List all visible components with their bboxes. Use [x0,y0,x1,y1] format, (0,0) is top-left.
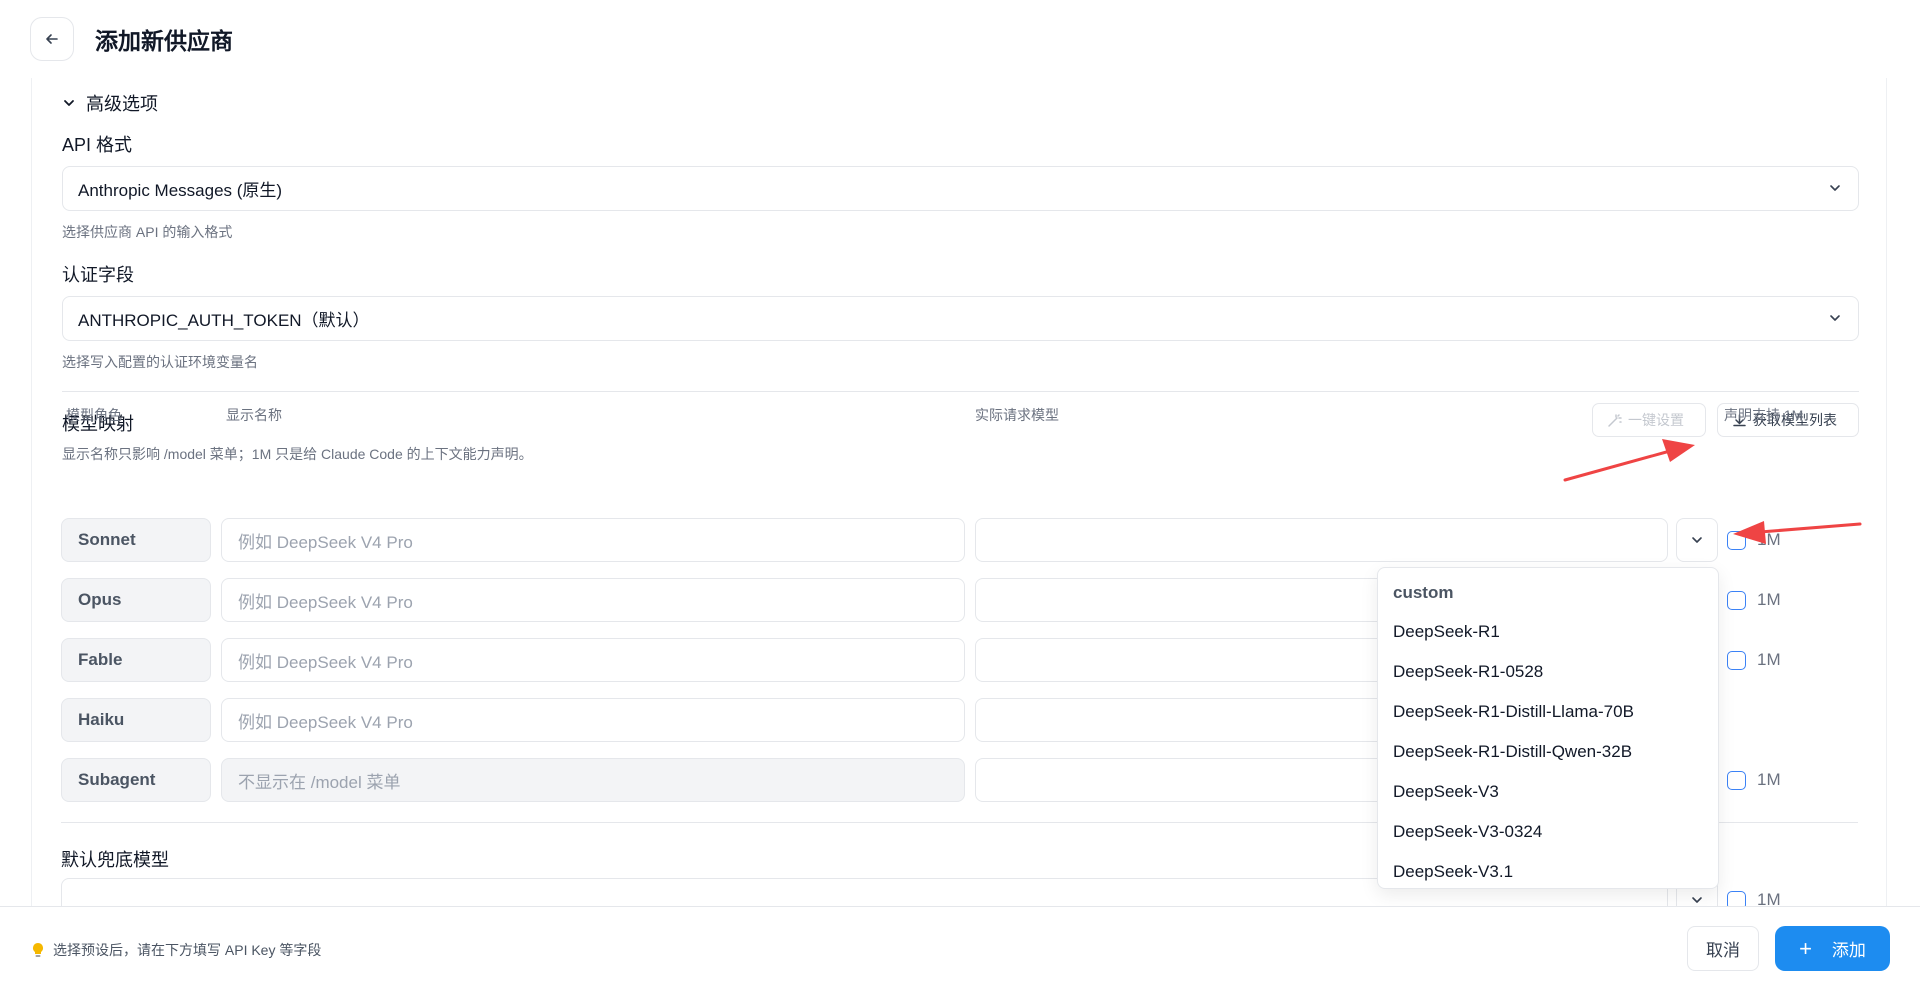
model-role-fable: Fable [61,638,211,682]
model-role-opus: Opus [61,578,211,622]
add-button[interactable]: + 添加 [1775,926,1890,971]
auth-field-label: 认证字段 [62,265,134,285]
checkbox-box [1727,650,1746,670]
model-role-subagent: Subagent [61,758,211,802]
chevron-down-icon [1692,897,1702,903]
display-name-input: 不显示在 /model 菜单 [221,758,965,802]
checkbox-box [1727,770,1746,790]
dropdown-option[interactable]: DeepSeek-V3-0324 [1378,812,1718,852]
api-format-help: 选择供应商 API 的输入格式 [62,224,233,240]
dropdown-option[interactable]: DeepSeek-R1 [1378,612,1718,652]
footer-tip-text: 选择预设后，请在下方填写 API Key 等字段 [53,942,322,958]
checkbox-label: 1M [1757,650,1781,669]
model-dropdown-menu[interactable]: custom DeepSeek-R1 DeepSeek-R1-0528 DeepSee… [1377,567,1719,889]
support-1m-checkbox[interactable]: 1M [1727,650,1781,670]
page-title: 添加新供应商 [95,28,233,54]
lightbulb-icon [33,943,43,957]
plus-icon: + [1799,935,1812,961]
checkbox-label: 1M [1757,590,1781,609]
column-header-actual: 实际请求模型 [975,407,1059,423]
fallback-model-label: 默认兜底模型 [61,850,169,870]
add-button-label: 添加 [1831,941,1866,960]
advanced-options-toggle[interactable]: 高级选项 [62,90,158,116]
display-name-input[interactable]: 例如 DeepSeek V4 Pro [221,518,965,562]
column-header-support: 声明支持 1M [1724,407,1804,423]
divider [62,391,1859,392]
checkbox-label: 1M [1757,530,1781,549]
api-format-label: API 格式 [62,135,133,155]
cancel-button[interactable]: 取消 [1687,926,1759,971]
auth-field-help: 选择写入配置的认证环境变量名 [62,354,258,370]
dropdown-option[interactable]: DeepSeek-R1-Distill-Llama-70B [1378,692,1718,732]
dropdown-option[interactable]: DeepSeek-R1-Distill-Qwen-32B [1378,732,1718,772]
api-format-select[interactable]: Anthropic Messages (原生) [62,166,1859,211]
display-name-input[interactable]: 例如 DeepSeek V4 Pro [221,638,965,682]
checkbox-label: 1M [1757,770,1781,789]
chevron-down-icon [1828,181,1842,195]
api-format-value: Anthropic Messages (原生) [78,181,283,200]
auth-field-value: ANTHROPIC_AUTH_TOKEN（默认） [78,311,370,330]
support-1m-checkbox[interactable]: 1M [1727,770,1781,790]
model-role-sonnet: Sonnet [61,518,211,562]
display-name-input[interactable]: 例如 DeepSeek V4 Pro [221,578,965,622]
magic-wand-icon [1608,413,1622,427]
one-click-setup-label: 一键设置 [1628,412,1684,428]
one-click-setup-button[interactable]: 一键设置 [1592,403,1706,437]
footer-bar: 选择预设后，请在下方填写 API Key 等字段 取消 + 添加 [0,906,1920,989]
checkbox-box [1727,530,1746,550]
chevron-down-icon [1828,311,1842,325]
support-1m-checkbox[interactable]: 1M [1727,530,1781,550]
dropdown-option[interactable]: DeepSeek-V3 [1378,772,1718,812]
support-1m-checkbox[interactable]: 1M [1727,590,1781,610]
column-header-display: 显示名称 [226,407,282,423]
page-header: 添加新供应商 [0,0,1920,78]
model-role-haiku: Haiku [61,698,211,742]
auth-field-select[interactable]: ANTHROPIC_AUTH_TOKEN（默认） [62,296,1859,341]
dropdown-option[interactable]: DeepSeek-R1-0528 [1378,652,1718,692]
advanced-options-label: 高级选项 [86,94,158,114]
back-button[interactable] [30,17,74,61]
checkbox-box [1727,590,1746,610]
column-header-role: 模型角色 [66,407,122,423]
dropdown-option-custom[interactable]: custom [1378,568,1718,612]
arrow-left-icon [46,34,58,44]
actual-model-dropdown-button[interactable] [1676,518,1718,562]
model-mapping-help: 显示名称只影响 /model 菜单；1M 只是给 Claude Code 的上下… [62,446,533,462]
chevron-down-icon [62,96,76,110]
actual-model-input[interactable] [975,518,1668,562]
footer-tip: 选择预设后，请在下方填写 API Key 等字段 [31,940,321,960]
dropdown-option[interactable]: DeepSeek-V3.1 [1378,852,1718,888]
display-name-input[interactable]: 例如 DeepSeek V4 Pro [221,698,965,742]
chevron-down-icon [1692,537,1702,543]
